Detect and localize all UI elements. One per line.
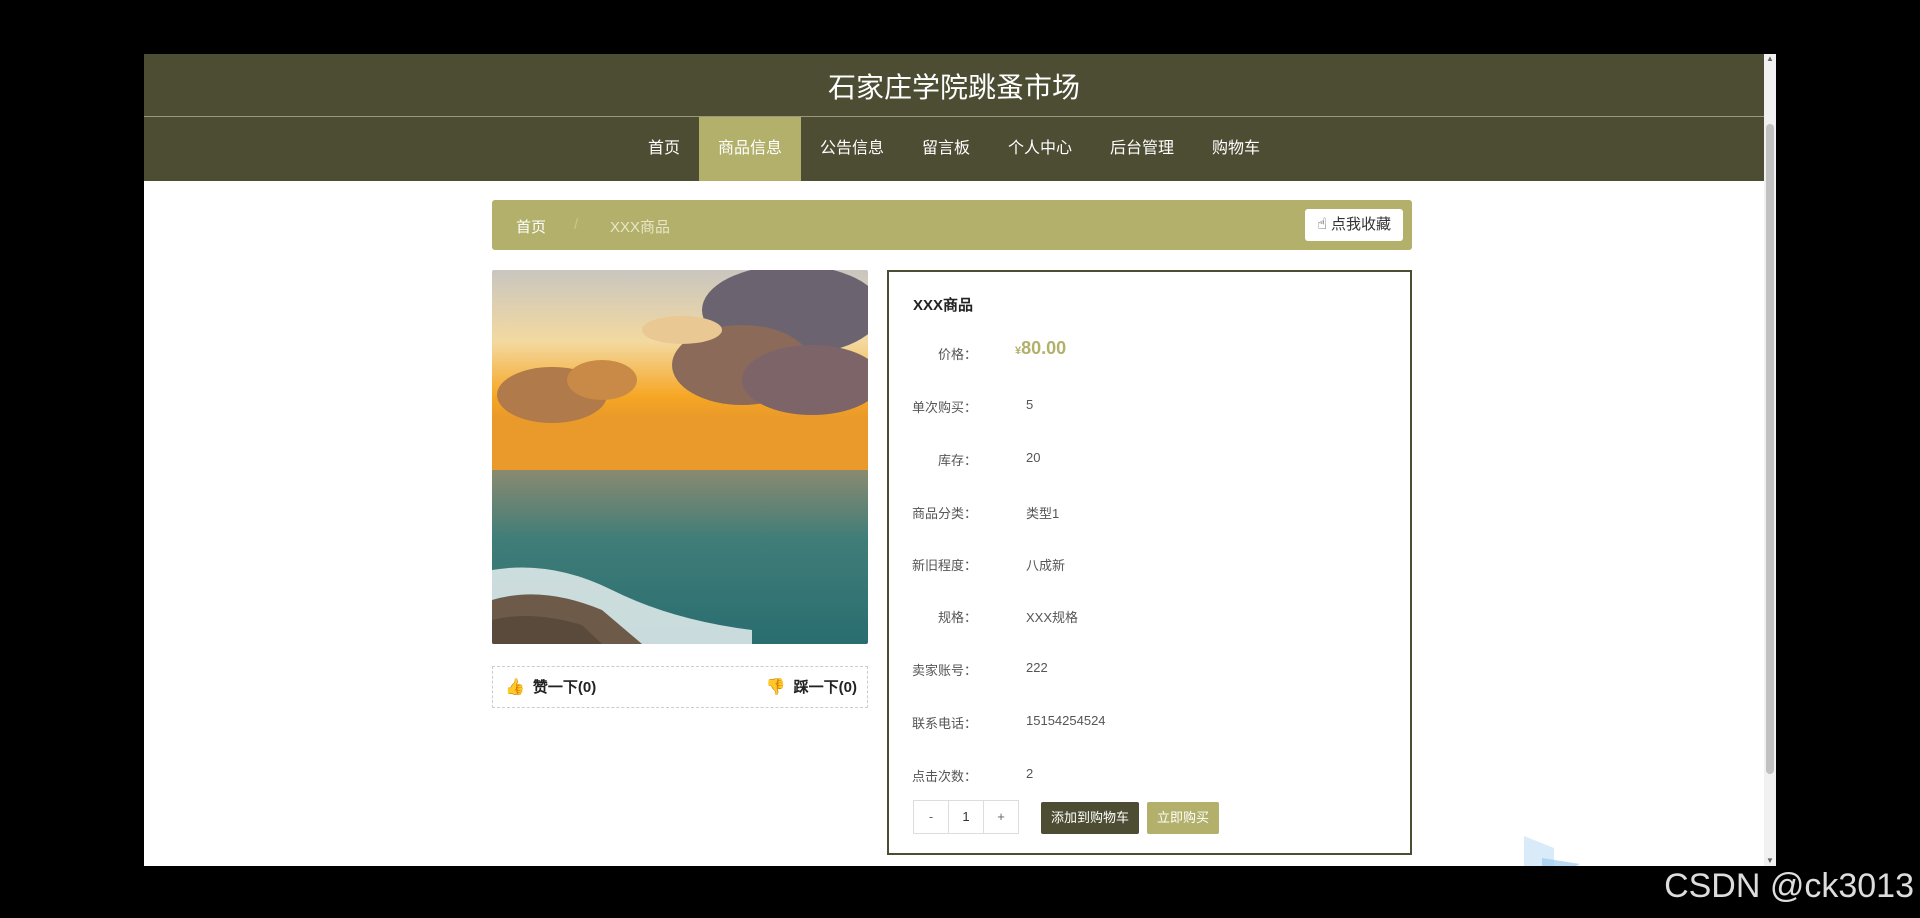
nav-item-personal-center[interactable]: 个人中心 [989, 117, 1091, 181]
detail-label: 卖家账号： [911, 663, 977, 678]
nav-item-products[interactable]: 商品信息 [698, 117, 801, 181]
dislike-label: 踩一下(0) [793, 679, 857, 696]
watermark-logo-icon [1524, 836, 1584, 866]
product-name: XXX商品 [913, 297, 974, 314]
site-header: 石家庄学院跳蚤市场 [144, 54, 1764, 117]
detail-row: 卖家账号： 222 [889, 660, 1389, 680]
nav-item-admin[interactable]: 后台管理 [1091, 117, 1193, 181]
browser-viewport: 石家庄学院跳蚤市场 首页 商品信息 公告信息 留言板 个人中心 后台管理 购物车… [144, 54, 1776, 866]
detail-label: 规格： [937, 610, 977, 625]
thumbs-down-icon: 👎 [765, 678, 786, 696]
detail-row: 点击次数： 2 [889, 766, 1389, 786]
detail-row: 库存： 20 [889, 450, 1389, 470]
detail-row: 新旧程度： 八成新 [889, 555, 1389, 575]
nav-item-announcements[interactable]: 公告信息 [801, 117, 903, 181]
main-nav: 首页 商品信息 公告信息 留言板 个人中心 后台管理 购物车 [144, 117, 1764, 181]
like-button[interactable]: 👍 赞一下(0) [505, 676, 596, 697]
quantity-plus-button[interactable]: + [984, 801, 1018, 833]
detail-label: 商品分类： [911, 506, 977, 521]
breadcrumb-home-link[interactable]: 首页 [516, 216, 546, 237]
detail-label: 点击次数： [911, 769, 977, 784]
scrollbar-thumb[interactable] [1766, 124, 1774, 774]
breadcrumb: 首页 / XXX商品 ☝ 点我收藏 [492, 200, 1412, 250]
detail-label: 库存： [937, 453, 977, 468]
hand-cursor-icon: ☝ [1317, 216, 1327, 233]
add-to-cart-button[interactable]: 添加到购物车 [1041, 802, 1140, 834]
price-number: 80.00 [1021, 338, 1067, 358]
scroll-up-arrow-icon[interactable]: ▲ [1766, 54, 1774, 64]
nav-item-home[interactable]: 首页 [629, 117, 699, 181]
detail-value: 5 [1026, 397, 1034, 412]
site-title: 石家庄学院跳蚤市场 [827, 72, 1080, 103]
thumbs-up-icon: 👍 [505, 678, 525, 696]
detail-label: 单次购买： [911, 400, 977, 415]
breadcrumb-current: XXX商品 [610, 219, 671, 236]
detail-value: XXX规格 [1026, 610, 1079, 625]
nav-item-message-board[interactable]: 留言板 [903, 117, 989, 181]
product-detail-panel: XXX商品 价格： ¥80.00 单次购买： 5 库存： 20 商品分类： 类型… [887, 270, 1412, 855]
collect-button[interactable]: ☝ 点我收藏 [1305, 209, 1403, 241]
quantity-minus-button[interactable]: - [914, 801, 948, 833]
detail-value: 20 [1026, 450, 1041, 465]
detail-value: 15154254524 [1026, 713, 1106, 728]
detail-value: 类型1 [1026, 506, 1060, 521]
price-label: 价格： [937, 347, 977, 362]
product-image [492, 270, 868, 644]
buy-now-button[interactable]: 立即购买 [1147, 802, 1220, 834]
price-value: ¥80.00 [1015, 338, 1066, 359]
breadcrumb-separator: / [574, 216, 579, 233]
detail-value: 八成新 [1026, 558, 1066, 573]
price-row: 价格： ¥80.00 [889, 338, 1389, 364]
detail-label: 联系电话： [911, 716, 977, 731]
detail-row: 联系电话： 15154254524 [889, 713, 1389, 733]
dislike-button[interactable]: 👎 踩一下(0) [766, 676, 857, 697]
quantity-stepper: - 1 + [913, 800, 1019, 834]
scroll-down-arrow-icon[interactable]: ▼ [1766, 856, 1774, 866]
vertical-scrollbar[interactable]: ▲ ▼ [1764, 54, 1776, 866]
detail-row: 单次购买： 5 [889, 397, 1389, 417]
detail-row: 商品分类： 类型1 [889, 503, 1389, 523]
like-label: 赞一下(0) [532, 679, 597, 696]
quantity-input[interactable]: 1 [948, 801, 984, 833]
collect-button-label: 点我收藏 [1330, 216, 1391, 233]
detail-label: 新旧程度： [911, 558, 977, 573]
detail-row: 规格： XXX规格 [889, 607, 1389, 627]
vote-bar: 👍 赞一下(0) 👎 踩一下(0) [492, 666, 868, 708]
csdn-watermark: CSDN @ck3013 [1664, 867, 1914, 905]
nav-item-cart[interactable]: 购物车 [1193, 117, 1279, 181]
detail-value: 2 [1026, 766, 1034, 781]
detail-value: 222 [1026, 660, 1048, 675]
